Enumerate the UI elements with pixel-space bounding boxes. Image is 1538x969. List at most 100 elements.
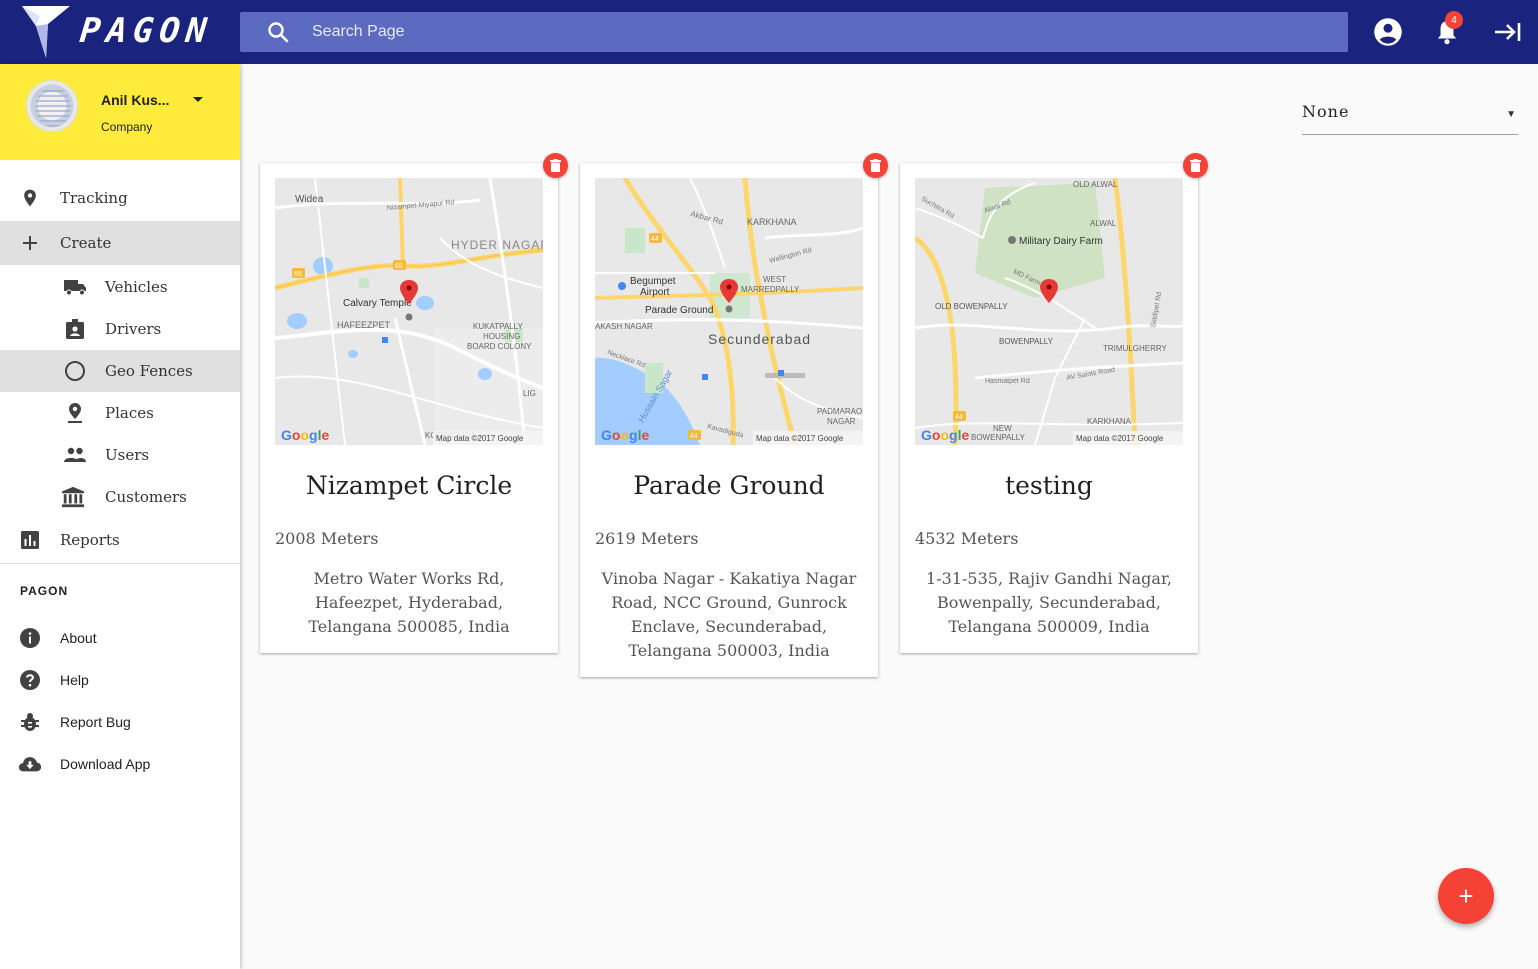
- svg-text:PADMARAO: PADMARAO: [817, 407, 862, 416]
- trash-icon: [550, 159, 561, 172]
- sidebar-item-drivers[interactable]: Drivers: [0, 308, 240, 350]
- svg-text:AKASH NAGAR: AKASH NAGAR: [595, 322, 653, 331]
- svg-text:44: 44: [955, 414, 963, 421]
- sidebar-item-vehicles[interactable]: Vehicles: [0, 266, 240, 308]
- sidebar-item-label: Customers: [105, 488, 187, 506]
- svg-text:44: 44: [690, 433, 698, 440]
- geofence-address: Vinoba Nagar - Kakatiya Nagar Road, NCC …: [601, 569, 857, 660]
- profile-role: Company: [101, 120, 153, 134]
- search-input[interactable]: [312, 23, 1212, 41]
- search-icon[interactable]: [266, 20, 290, 44]
- sidebar-item-label: Tracking: [60, 189, 128, 207]
- geofence-card[interactable]: 44 OLD ALWAL Suchitra Rd Alwal Rd ALWAL …: [900, 163, 1198, 653]
- sidebar-item-places[interactable]: Places: [0, 392, 240, 434]
- map-attribution: Map data ©2017 Google: [756, 434, 844, 443]
- sidebar-item-download-app[interactable]: Download App: [0, 743, 240, 785]
- svg-text:OLD BOWENPALLY: OLD BOWENPALLY: [935, 302, 1008, 311]
- sidebar-item-label: Reports: [60, 531, 120, 549]
- svg-text:ALWAL: ALWAL: [1090, 219, 1117, 228]
- map-thumbnail[interactable]: 44 OLD ALWAL Suchitra Rd Alwal Rd ALWAL …: [915, 178, 1183, 445]
- add-geofence-button[interactable]: +: [1438, 868, 1494, 924]
- svg-text:65: 65: [395, 263, 403, 270]
- profile-panel[interactable]: Anil Kus... Company: [0, 64, 240, 160]
- account-button[interactable]: [1372, 16, 1404, 48]
- truck-icon: [63, 275, 87, 299]
- caret-down-icon[interactable]: [193, 97, 203, 102]
- sidebar-item-about[interactable]: About: [0, 617, 240, 659]
- avatar[interactable]: [26, 80, 78, 132]
- svg-text:MARREDPALLY: MARREDPALLY: [741, 285, 800, 294]
- svg-text:Hasmatpet Rd: Hasmatpet Rd: [985, 378, 1030, 385]
- delete-button[interactable]: [543, 153, 568, 178]
- logout-button[interactable]: [1491, 16, 1523, 48]
- sidebar-item-label: Download App: [60, 756, 151, 772]
- map-attribution: Map data ©2017 Google: [436, 434, 524, 443]
- sidebar-item-help[interactable]: Help: [0, 659, 240, 701]
- geofence-radius: 2619 Meters: [595, 529, 699, 548]
- svg-text:HYDER NAGAR: HYDER NAGAR: [451, 238, 543, 252]
- sidebar-item-reports[interactable]: Reports: [0, 519, 240, 561]
- google-logo: Google: [921, 427, 969, 443]
- map-attribution: Map data ©2017 Google: [1076, 434, 1164, 443]
- sidebar-item-label: Users: [105, 446, 150, 464]
- sidebar-item-label: Places: [105, 404, 154, 422]
- sidebar-item-label: Geo Fences: [105, 362, 193, 380]
- sidebar-item-customers[interactable]: Customers: [0, 476, 240, 518]
- geofence-title: testing: [1005, 471, 1093, 500]
- geofence-address: 1-31-535, Rajiv Gandhi Nagar, Bowenpally…: [926, 569, 1172, 636]
- sidebar-item-label: Drivers: [105, 320, 162, 338]
- svg-text:WEST: WEST: [763, 275, 786, 284]
- cloud-download-icon: [18, 752, 42, 776]
- bank-icon: [61, 485, 85, 509]
- svg-text:BOWENPALLY: BOWENPALLY: [999, 337, 1054, 346]
- sidebar-item-geo-fences[interactable]: Geo Fences: [0, 350, 240, 392]
- app-logo[interactable]: PAGON: [18, 2, 228, 60]
- geofence-radius: 4532 Meters: [915, 529, 1019, 548]
- svg-text:Calvary Temple: Calvary Temple: [343, 298, 412, 309]
- sidebar-item-users[interactable]: Users: [0, 434, 240, 476]
- circle-icon: [63, 359, 87, 383]
- app-header: PAGON 4: [0, 0, 1538, 64]
- notifications-button[interactable]: 4: [1431, 11, 1463, 48]
- sidebar-item-label: About: [60, 630, 97, 646]
- svg-text:BOWENPALLY: BOWENPALLY: [971, 433, 1026, 442]
- svg-text:KARKHANA: KARKHANA: [1087, 417, 1132, 426]
- geofence-card[interactable]: 44 44 Akbar Rd KARKHANA Wellington Rd Be…: [580, 163, 878, 677]
- people-icon: [63, 443, 87, 467]
- trash-icon: [870, 159, 881, 172]
- svg-text:NEW: NEW: [993, 424, 1012, 433]
- svg-text:Parade Ground: Parade Ground: [645, 305, 713, 316]
- sidebar-item-label: Help: [60, 672, 89, 688]
- sidebar-item-label: Report Bug: [60, 714, 131, 730]
- delete-button[interactable]: [1183, 153, 1208, 178]
- plus-icon: +: [1458, 880, 1474, 911]
- badge-icon: [63, 317, 87, 341]
- map-thumbnail[interactable]: 65 65 Widea Nizampet-Miyapur Rd HYDER NA…: [275, 178, 543, 445]
- notification-badge: 4: [1445, 11, 1463, 29]
- geofence-address: Metro Water Works Rd, Hafeezpet, Hyderab…: [308, 569, 510, 636]
- sidebar-item-report-bug[interactable]: Report Bug: [0, 701, 240, 743]
- svg-text:Airport: Airport: [640, 287, 670, 298]
- bar-chart-icon: [18, 528, 42, 552]
- svg-text:LIG: LIG: [523, 389, 536, 398]
- geofence-card[interactable]: 65 65 Widea Nizampet-Miyapur Rd HYDER NA…: [260, 163, 558, 653]
- sidebar-item-label: Create: [60, 234, 112, 252]
- search-bar[interactable]: [240, 12, 1348, 52]
- delete-button[interactable]: [863, 153, 888, 178]
- geofence-title: Parade Ground: [633, 471, 825, 500]
- svg-text:Secunderabad: Secunderabad: [708, 331, 811, 347]
- sidebar-item-tracking[interactable]: Tracking: [0, 177, 240, 219]
- dropdown-arrow-icon: ▼: [1506, 109, 1516, 120]
- map-thumbnail[interactable]: 44 44 Akbar Rd KARKHANA Wellington Rd Be…: [595, 178, 863, 445]
- svg-text:NAGAR: NAGAR: [827, 417, 856, 426]
- sidebar-item-create[interactable]: Create: [0, 221, 240, 265]
- filter-select[interactable]: None ▼: [1302, 100, 1518, 135]
- svg-text:44: 44: [651, 236, 659, 243]
- exit-arrow-icon: [1495, 23, 1521, 41]
- geofence-radius: 2008 Meters: [275, 529, 379, 548]
- account-circle-icon: [1374, 18, 1402, 46]
- google-logo: Google: [601, 427, 649, 443]
- help-icon: [18, 668, 42, 692]
- sidebar-divider: [0, 563, 240, 564]
- svg-text:OLD ALWAL: OLD ALWAL: [1073, 180, 1118, 189]
